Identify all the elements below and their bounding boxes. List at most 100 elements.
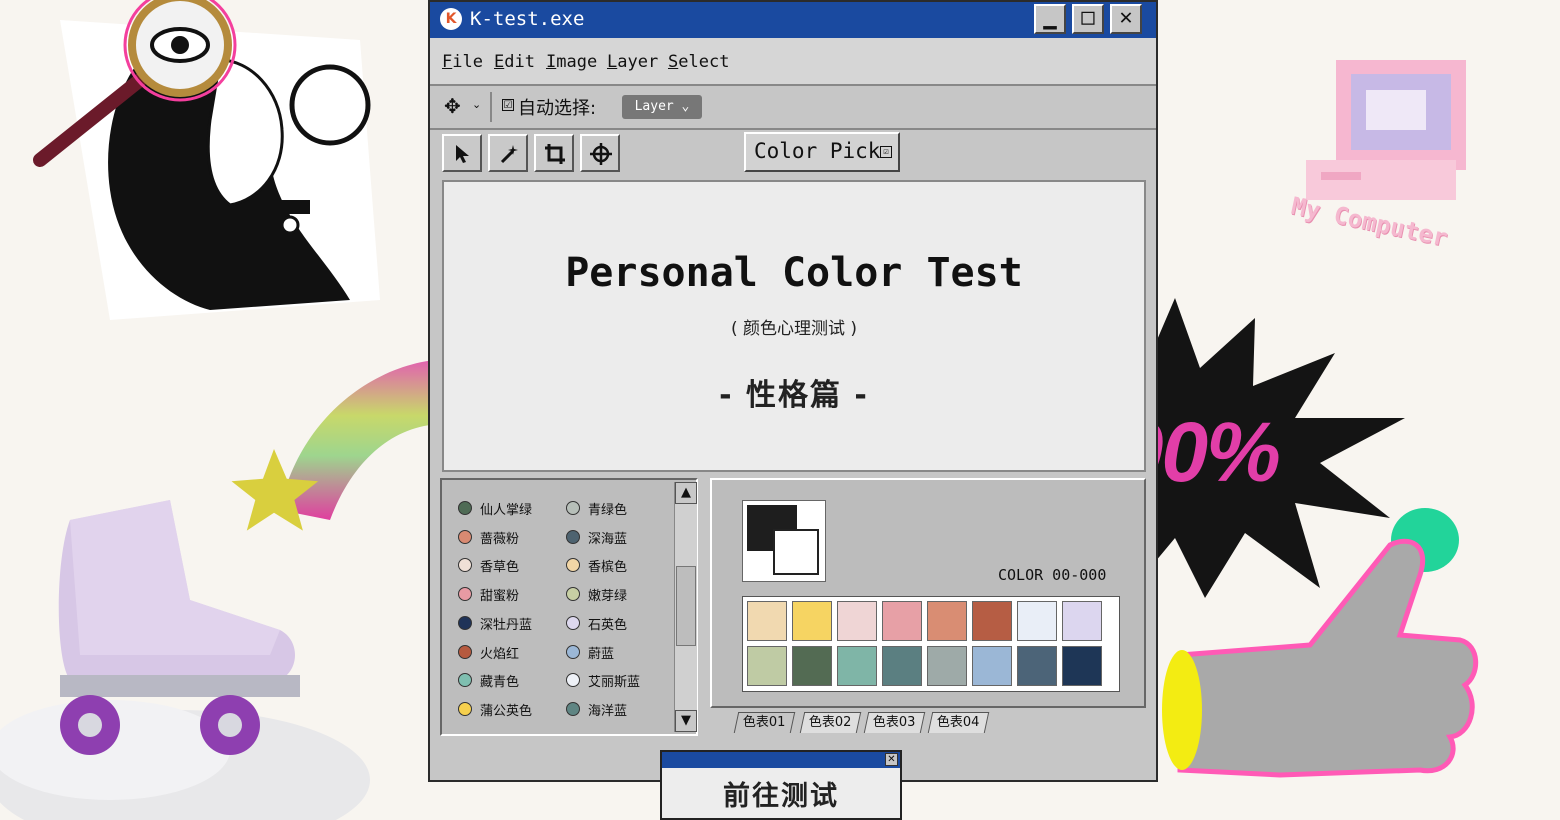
tab-palette-03[interactable]: 色表03 xyxy=(863,712,925,733)
start-test-dialog: ✕ 前往测试 xyxy=(660,750,902,820)
scrollbar[interactable]: ▲ ▼ xyxy=(674,482,697,732)
color-dot-icon xyxy=(566,615,580,630)
minimize-button[interactable]: ▁ xyxy=(1034,4,1066,34)
list-item[interactable]: 藏青色 xyxy=(458,670,568,692)
menu-image[interactable]: Image xyxy=(546,52,597,72)
thumbs-up-hand-icon xyxy=(1162,508,1479,778)
roller-skate-on-cloud-icon xyxy=(0,500,370,820)
list-item[interactable]: 嫩芽绿 xyxy=(566,584,676,606)
list-item[interactable]: 深海蓝 xyxy=(566,527,676,549)
fg-bg-swatch-preview[interactable] xyxy=(742,500,826,582)
list-item[interactable]: 香草色 xyxy=(458,555,568,577)
girl-magnifier-illustration xyxy=(33,0,380,320)
color-dot-icon xyxy=(458,501,472,515)
list-item[interactable]: 青绿色 xyxy=(566,498,676,520)
tab-palette-01[interactable]: 色表01 xyxy=(733,712,795,733)
color-dot-icon xyxy=(458,529,472,544)
dialog-title-bar[interactable]: ✕ xyxy=(662,752,900,768)
palette-panel: COLOR 00-000 xyxy=(710,478,1146,708)
color-dot-icon xyxy=(458,587,472,602)
color-pick-checkbox[interactable]: ☑ xyxy=(880,146,892,158)
start-test-button[interactable]: 前往测试 xyxy=(662,774,900,813)
list-item[interactable]: 艾丽斯蓝 xyxy=(566,670,676,692)
maximize-button[interactable]: □ xyxy=(1072,4,1104,34)
list-item[interactable]: 火焰红 xyxy=(458,642,568,664)
color-name-label: 艾丽斯蓝 xyxy=(588,675,641,691)
color-list-panel: 仙人掌绿 青绿色蔷薇粉 深海蓝香草色 香槟色甜蜜粉 嫩芽绿深牡丹蓝 石英色火焰红 蔚蓝藏青色… xyxy=(440,478,698,736)
list-item[interactable]: 海洋蓝 xyxy=(566,699,676,721)
list-item[interactable]: 香槟色 xyxy=(566,555,676,577)
menu-edit[interactable]: Edit xyxy=(494,52,535,72)
menu-file[interactable]: File xyxy=(442,52,483,72)
target-tool[interactable] xyxy=(580,134,620,172)
color-dot-icon xyxy=(458,644,472,659)
crop-tool[interactable] xyxy=(534,134,574,172)
tab-palette-02[interactable]: 色表02 xyxy=(799,712,861,733)
color-swatch[interactable] xyxy=(927,646,967,686)
canvas-area: Personal Color Test ( 颜色心理测试 ) - 性格篇 - xyxy=(442,180,1146,472)
scroll-up-button[interactable]: ▲ xyxy=(675,482,697,504)
list-item[interactable]: 仙人掌绿 xyxy=(458,498,568,520)
list-item[interactable]: 蔷薇粉 xyxy=(458,527,568,549)
background-swatch[interactable] xyxy=(773,529,819,575)
color-swatch[interactable] xyxy=(747,646,787,686)
color-dot-icon xyxy=(566,558,580,573)
menu-bar: File Edit Image Layer Select xyxy=(430,38,1156,86)
color-swatch[interactable] xyxy=(882,646,922,686)
color-swatch[interactable] xyxy=(792,646,832,686)
app-window: K K-test.exe ▁ □ ✕ File Edit Image Layer… xyxy=(428,0,1158,782)
color-swatch[interactable] xyxy=(972,646,1012,686)
magic-wand-tool[interactable] xyxy=(488,134,528,172)
list-item[interactable]: 蒲公英色 xyxy=(458,699,568,721)
auto-select-checkbox[interactable]: ☑ xyxy=(502,99,514,111)
color-pick-label: Color Pick xyxy=(754,139,881,163)
color-dot-icon xyxy=(458,615,472,630)
list-item[interactable]: 深牡丹蓝 xyxy=(458,613,568,635)
app-logo-icon: K xyxy=(440,8,462,30)
move-tool-icon[interactable]: ✥ xyxy=(444,94,461,118)
menu-layer[interactable]: Layer xyxy=(607,52,658,72)
select-arrow-tool[interactable] xyxy=(442,134,482,172)
color-name-label: 青绿色 xyxy=(588,503,628,518)
color-swatch[interactable] xyxy=(792,601,832,641)
color-name-label: 蔷薇粉 xyxy=(480,531,520,547)
color-name-label: 火焰红 xyxy=(480,646,520,662)
color-swatch[interactable] xyxy=(1017,646,1057,686)
list-item[interactable]: 石英色 xyxy=(566,613,676,635)
color-swatch[interactable] xyxy=(1017,601,1057,641)
list-item[interactable]: 蔚蓝 xyxy=(566,642,676,664)
menu-select[interactable]: Select xyxy=(668,52,729,72)
color-name-label: 香草色 xyxy=(480,560,520,576)
color-name-label: 石英色 xyxy=(588,617,628,633)
chevron-down-icon[interactable]: ⌄ xyxy=(472,98,481,111)
color-swatch[interactable] xyxy=(1062,601,1102,641)
layer-dropdown[interactable]: Layer ⌄ xyxy=(622,95,702,119)
tab-label: 色表03 xyxy=(872,715,916,730)
page-title: Personal Color Test xyxy=(565,250,1023,296)
dialog-close-button[interactable]: ✕ xyxy=(885,753,898,766)
color-swatch[interactable] xyxy=(837,601,877,641)
color-pick-button[interactable]: Color Pick ☑ xyxy=(744,132,900,172)
scroll-down-button[interactable]: ▼ xyxy=(675,710,697,732)
color-swatch[interactable] xyxy=(882,601,922,641)
color-dot-icon xyxy=(566,529,580,544)
color-swatch[interactable] xyxy=(1062,646,1102,686)
color-swatch[interactable] xyxy=(972,601,1012,641)
title-bar[interactable]: K K-test.exe ▁ □ ✕ xyxy=(430,2,1156,38)
crosshair-icon xyxy=(590,143,612,165)
color-dot-icon xyxy=(458,673,472,688)
scrollbar-thumb[interactable] xyxy=(676,566,696,646)
tab-palette-04[interactable]: 色表04 xyxy=(927,712,989,733)
list-item[interactable]: 甜蜜粉 xyxy=(458,584,568,606)
color-dot-icon xyxy=(566,644,580,659)
color-swatch[interactable] xyxy=(747,601,787,641)
divider xyxy=(490,92,492,122)
color-name-label: 藏青色 xyxy=(480,675,520,691)
color-dot-icon xyxy=(566,501,580,515)
pixel-computer-icon xyxy=(1306,60,1466,200)
color-name-label: 香槟色 xyxy=(588,560,628,576)
arrow-cursor-icon xyxy=(456,145,469,163)
color-swatch[interactable] xyxy=(837,646,877,686)
close-button[interactable]: ✕ xyxy=(1110,4,1142,34)
color-swatch[interactable] xyxy=(927,601,967,641)
